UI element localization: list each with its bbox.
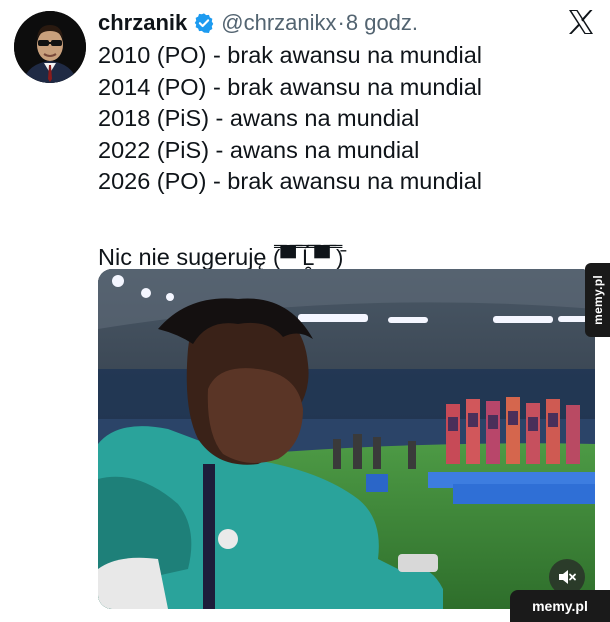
author-name[interactable]: chrzanik [98,10,187,36]
author-handle[interactable]: @chrzanikx [221,10,336,36]
avatar-image [14,11,86,83]
x-logo-icon[interactable] [566,8,596,36]
tweet-body: 2010 (PO) - brak awansu na mundial 2014 … [98,40,482,274]
speaker-muted-icon [559,570,576,584]
video-frame [98,269,595,609]
separator-dot: · [337,10,345,35]
side-watermark: memy.pl [585,263,610,337]
bottom-watermark-text: memy.pl [532,598,588,614]
tweet-line-2026: 2026 (PO) - brak awansu na mundial [98,168,483,195]
tweet-timestamp[interactable]: 8 godz. [346,10,418,36]
tweet-header: chrzanik @chrzanikx · 8 godz. [98,8,418,38]
author-avatar[interactable] [14,11,86,83]
tweet-video[interactable] [98,269,595,609]
lenny-face: (̿▀̿ ̿Ĺ̯̿̿▀̿ ̿)̄ [273,244,344,270]
tweet-line-2022: 2022 (PiS) - awans na mundial [98,136,420,163]
closing-text: Nic nie sugeruję [98,243,267,270]
bottom-watermark: memy.pl [510,590,610,622]
side-watermark-text: memy.pl [590,275,605,325]
verified-badge-icon [195,13,214,33]
tweet-line-2014: 2014 (PO) - brak awansu na mundial [98,73,483,100]
tweet-line-2018: 2018 (PiS) - awans na mundial [98,105,420,132]
tweet-line-2010: 2010 (PO) - brak awansu na mundial [98,42,483,68]
